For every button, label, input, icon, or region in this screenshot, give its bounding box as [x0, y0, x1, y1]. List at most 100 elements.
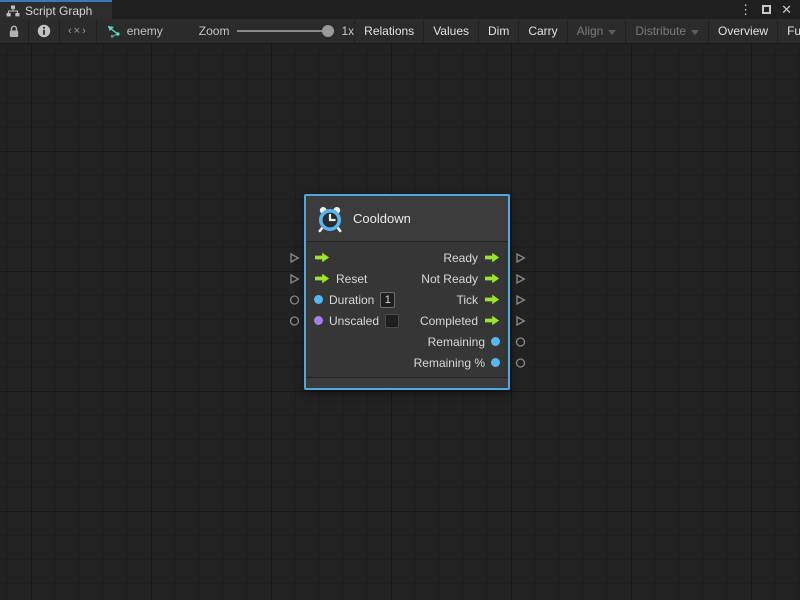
- value-stub-icon[interactable]: [289, 315, 300, 327]
- window-menu-icon[interactable]: ⋮: [739, 3, 752, 16]
- flow-port-icon[interactable]: [314, 252, 330, 263]
- toolbar-button-label: Align: [577, 24, 604, 38]
- toolbar-button-distribute[interactable]: Distribute: [625, 19, 708, 43]
- tab-bar: Script Graph ⋮ ✕: [0, 0, 800, 19]
- toolbar-button-relations[interactable]: Relations: [354, 19, 423, 43]
- graph-canvas[interactable]: Cooldown Ready Reset Not Ready Duration Ti…: [0, 44, 800, 599]
- lock-button[interactable]: [0, 19, 29, 43]
- tab-title: Script Graph: [25, 4, 92, 18]
- maximize-icon[interactable]: [762, 5, 771, 14]
- alarm-clock-icon: [316, 205, 344, 233]
- flow-stub-icon[interactable]: [289, 252, 300, 264]
- zoom-control: Zoom 1x: [199, 19, 354, 43]
- graph-name-label: enemy: [127, 24, 163, 38]
- port-label: Duration: [329, 293, 374, 307]
- flow-connection-stub[interactable]: [288, 247, 300, 268]
- output-port-group: Tick: [456, 293, 500, 307]
- zoom-slider-track[interactable]: [237, 30, 333, 32]
- duration-value-input[interactable]: [380, 292, 395, 308]
- toolbar-button-label: Relations: [364, 24, 414, 38]
- empty-stub: [288, 331, 300, 352]
- value-stub-icon[interactable]: [515, 357, 526, 369]
- node-header[interactable]: Cooldown: [306, 196, 508, 242]
- zoom-label: Zoom: [199, 24, 230, 38]
- output-port-group: Remaining %: [414, 356, 500, 370]
- value-stub-icon[interactable]: [289, 294, 300, 306]
- value-port-icon[interactable]: [314, 295, 323, 304]
- flow-connection-stub[interactable]: [514, 289, 526, 310]
- toolbar-button-overview[interactable]: Overview: [708, 19, 777, 43]
- toolbar-buttons: Relations Values Dim Carry Align Distribute Ov…: [354, 19, 800, 43]
- input-port-group: Duration: [314, 292, 395, 308]
- flow-port-icon[interactable]: [484, 294, 500, 305]
- flow-stub-icon[interactable]: [515, 252, 526, 264]
- flow-stub-icon[interactable]: [515, 294, 526, 306]
- port-label: Remaining %: [414, 356, 485, 370]
- input-port-group: [314, 252, 330, 263]
- toolbar-button-full-screen[interactable]: Full Screen: [777, 19, 800, 43]
- toolbar-button-label: Values: [433, 24, 469, 38]
- cooldown-node[interactable]: Cooldown Ready Reset Not Ready Duration Ti…: [304, 194, 510, 390]
- flow-connection-stub[interactable]: [288, 268, 300, 289]
- node-footer: [306, 377, 508, 388]
- node-port-row: Remaining %: [306, 352, 508, 373]
- flow-connection-stub[interactable]: [514, 247, 526, 268]
- toolbar-button-label: Distribute: [635, 24, 686, 38]
- toolbar-button-label: Carry: [528, 24, 557, 38]
- flow-connection-stub[interactable]: [514, 310, 526, 331]
- input-port-group: Unscaled: [314, 314, 399, 328]
- graph-toolbar: ‹×› enemy Zoom 1x Relations Values Dim Carr…: [0, 19, 800, 44]
- value-connection-stub[interactable]: [288, 289, 300, 310]
- value-stub-icon[interactable]: [515, 336, 526, 348]
- flow-stub-icon[interactable]: [289, 273, 300, 285]
- script-graph-icon: [107, 25, 122, 38]
- input-stubs-column: [288, 247, 300, 373]
- unscaled-checkbox[interactable]: [385, 314, 399, 328]
- toolbar-button-carry[interactable]: Carry: [518, 19, 566, 43]
- node-port-row: Duration Tick: [306, 289, 508, 310]
- flow-connection-stub[interactable]: [514, 268, 526, 289]
- chevron-down-icon: [608, 30, 616, 35]
- flow-port-icon[interactable]: [484, 252, 500, 263]
- graph-breadcrumb[interactable]: enemy: [97, 19, 171, 43]
- flow-port-icon[interactable]: [484, 315, 500, 326]
- output-port-group: Remaining: [428, 335, 500, 349]
- flow-stub-icon[interactable]: [515, 315, 526, 327]
- node-title: Cooldown: [353, 211, 411, 226]
- flow-port-icon[interactable]: [314, 273, 330, 284]
- port-label: Unscaled: [329, 314, 379, 328]
- cooldown-node-area: Cooldown Ready Reset Not Ready Duration Ti…: [288, 194, 526, 390]
- port-label: Ready: [443, 251, 478, 265]
- node-port-row: Reset Not Ready: [306, 268, 508, 289]
- flow-port-icon[interactable]: [484, 273, 500, 284]
- value-port-icon[interactable]: [491, 358, 500, 367]
- toolbar-button-values[interactable]: Values: [423, 19, 478, 43]
- close-icon[interactable]: ✕: [781, 3, 792, 16]
- toolbar-button-label: Overview: [718, 24, 768, 38]
- zoom-slider-handle[interactable]: [322, 25, 334, 37]
- info-button[interactable]: [29, 19, 60, 43]
- value-connection-stub[interactable]: [514, 352, 526, 373]
- toolbar-button-dim[interactable]: Dim: [478, 19, 518, 43]
- empty-stub: [288, 352, 300, 373]
- code-toggle-button[interactable]: ‹×›: [60, 19, 97, 43]
- tab-script-graph[interactable]: Script Graph: [0, 0, 112, 19]
- port-label: Completed: [420, 314, 478, 328]
- value-port-icon[interactable]: [491, 337, 500, 346]
- value-connection-stub[interactable]: [514, 331, 526, 352]
- toolbar-button-align[interactable]: Align: [567, 19, 626, 43]
- value-connection-stub[interactable]: [288, 310, 300, 331]
- port-label: Remaining: [428, 335, 485, 349]
- graph-hierarchy-icon: [6, 5, 20, 17]
- output-port-group: Not Ready: [421, 272, 500, 286]
- zoom-value: 1x: [341, 24, 354, 38]
- value-port-icon[interactable]: [314, 316, 323, 325]
- node-port-row: Remaining: [306, 331, 508, 352]
- zoom-slider[interactable]: [237, 25, 333, 37]
- toolbar-button-label: Dim: [488, 24, 509, 38]
- flow-stub-icon[interactable]: [515, 273, 526, 285]
- input-port-group: Reset: [314, 272, 367, 286]
- port-label: Not Ready: [421, 272, 478, 286]
- node-port-row: Unscaled Completed: [306, 310, 508, 331]
- info-icon: [37, 24, 51, 38]
